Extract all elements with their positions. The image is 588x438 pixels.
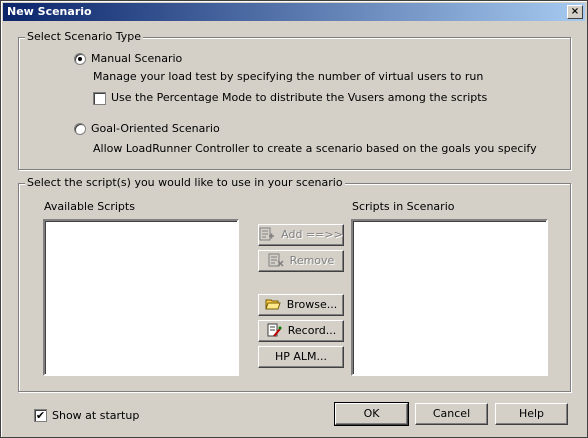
scripts-in-scenario-label: Scripts in Scenario: [352, 200, 455, 213]
checkmark-icon: ✔: [35, 409, 46, 422]
goal-oriented-scenario-radio[interactable]: [74, 123, 86, 135]
show-at-startup-checkbox[interactable]: ✔: [34, 409, 47, 422]
record-button-label: Record...: [287, 324, 337, 337]
hp-alm-button-label: HP ALM...: [274, 350, 328, 363]
goal-oriented-scenario-label[interactable]: Goal-Oriented Scenario: [91, 122, 220, 135]
hp-alm-button[interactable]: HP ALM...: [258, 346, 344, 368]
remove-script-icon: [268, 253, 284, 267]
scripts-in-scenario-list[interactable]: [351, 219, 548, 376]
cancel-button[interactable]: Cancel: [415, 403, 488, 425]
new-scenario-dialog: New Scenario × Select Scenario Type Manu…: [0, 0, 588, 438]
remove-button[interactable]: Remove: [258, 250, 344, 272]
show-at-startup-label[interactable]: Show at startup: [52, 409, 139, 422]
browse-button-label: Browse...: [286, 298, 338, 311]
folder-open-icon: [265, 297, 281, 311]
add-script-icon: [259, 227, 275, 241]
manual-scenario-label[interactable]: Manual Scenario: [91, 52, 182, 65]
manual-scenario-description: Manage your load test by specifying the …: [93, 70, 484, 83]
manual-scenario-radio[interactable]: [74, 53, 86, 65]
record-button[interactable]: Record...: [258, 320, 344, 342]
add-button[interactable]: Add ==>>: [258, 224, 344, 246]
percentage-mode-label[interactable]: Use the Percentage Mode to distribute th…: [111, 91, 487, 104]
remove-button-label: Remove: [289, 254, 335, 267]
available-scripts-label: Available Scripts: [44, 200, 135, 213]
scenario-type-legend: Select Scenario Type: [25, 30, 144, 43]
browse-button[interactable]: Browse...: [258, 294, 344, 316]
record-icon: [266, 323, 282, 337]
goal-oriented-scenario-description: Allow LoadRunner Controller to create a …: [93, 142, 537, 155]
percentage-mode-checkbox[interactable]: [93, 92, 106, 105]
add-button-label: Add ==>>: [281, 228, 343, 241]
help-button[interactable]: Help: [495, 403, 568, 425]
title-bar[interactable]: New Scenario ×: [3, 3, 585, 21]
close-button[interactable]: ×: [567, 5, 583, 19]
available-scripts-list[interactable]: [43, 219, 239, 376]
ok-button[interactable]: OK: [334, 402, 409, 426]
window-title: New Scenario: [7, 5, 92, 18]
scripts-legend: Select the script(s) you would like to u…: [25, 176, 345, 189]
